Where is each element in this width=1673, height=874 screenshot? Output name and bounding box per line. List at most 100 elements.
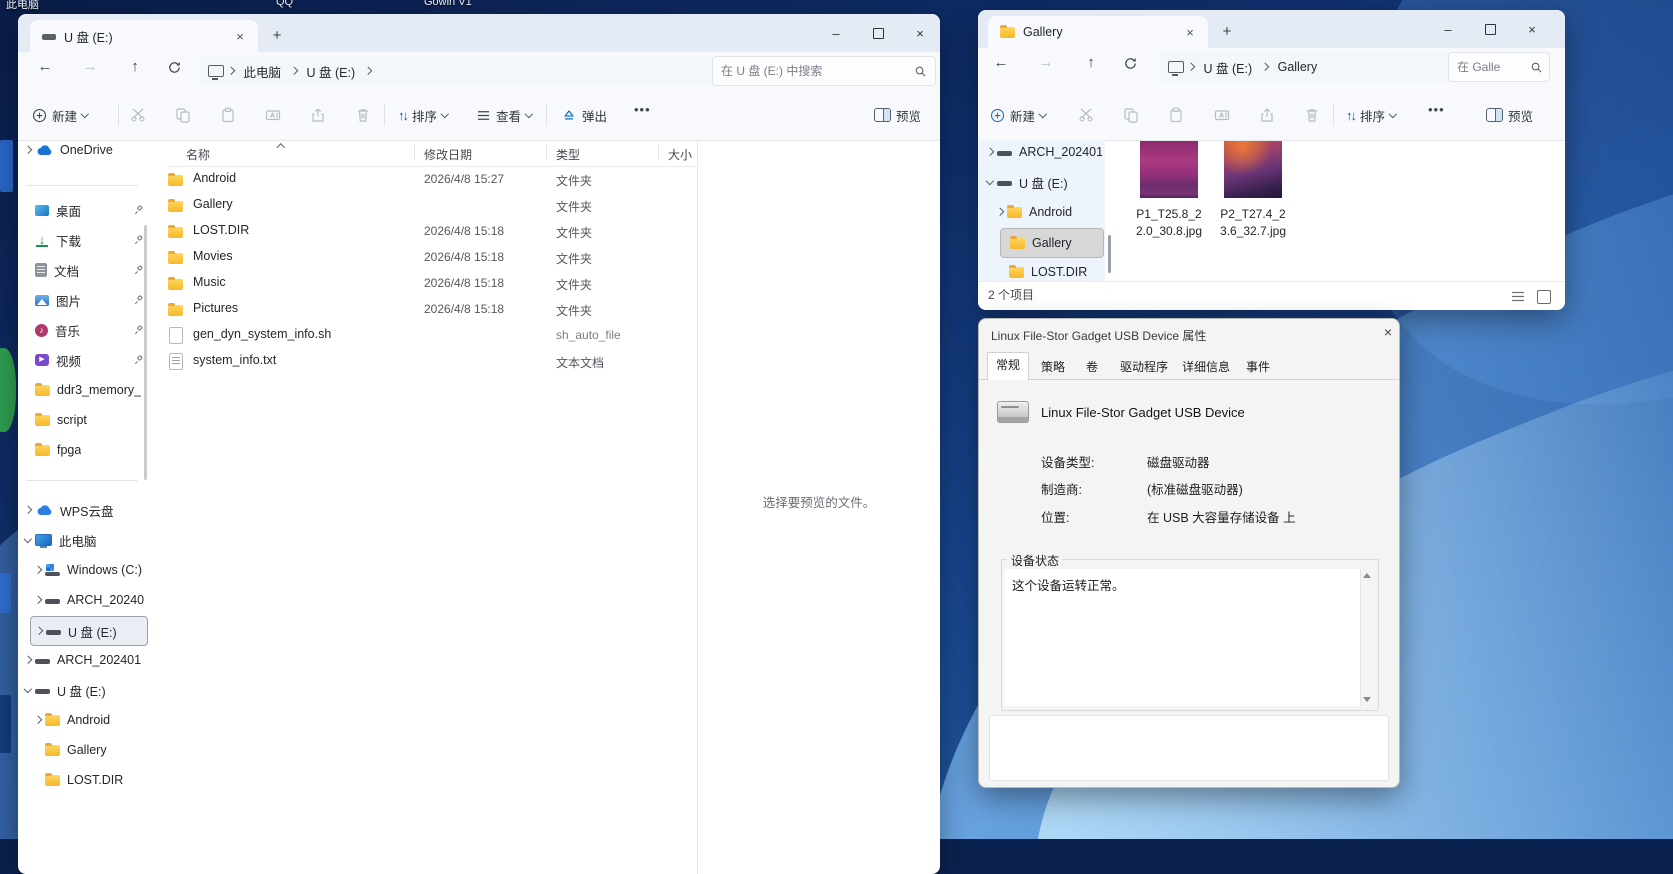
dialog-tab-events[interactable]: 事件 [1239,355,1277,379]
forward-button[interactable]: → [77,58,103,75]
paste-icon[interactable] [1168,107,1184,123]
sidebar-item-lostdir[interactable]: LOST.DIR [45,766,148,794]
tab-usb-drive[interactable]: U 盘 (E:) × [30,20,258,52]
file-row-pictures[interactable]: Pictures 2026/4/8 15:18 文件夹 [150,296,695,322]
sidebar-item-arch-202401[interactable]: ARCH_202401 [20,646,148,674]
close-button[interactable]: × [903,20,937,46]
file-row-android[interactable]: Android 2026/4/8 15:27 文件夹 [150,166,695,192]
new-tab-button[interactable]: + [1216,22,1238,44]
delete-icon[interactable] [355,107,371,123]
sidebar-item-script[interactable]: script [20,406,148,434]
file-row-gallery[interactable]: Gallery 文件夹 [150,192,695,218]
scroll-up-icon[interactable] [1363,573,1371,578]
preview-pane-button[interactable]: 预览 [1486,100,1533,130]
maximize-button[interactable] [1473,16,1507,42]
image-filename[interactable]: P2_T27.4_23.6_32.7.jpg [1217,206,1289,240]
rename-icon[interactable] [265,107,281,123]
column-header-name[interactable]: 名称 [186,146,210,163]
dialog-tab-policies[interactable]: 策略 [1033,355,1073,379]
back-button[interactable]: ← [988,54,1014,71]
column-header-type[interactable]: 类型 [556,146,580,163]
dialog-tab-driver[interactable]: 驱动程序 [1113,355,1175,379]
more-options-button[interactable]: ••• [634,102,651,117]
column-separator[interactable] [658,144,659,160]
sidebar-item-gallery-selected[interactable]: Gallery [1000,228,1104,258]
search-input[interactable] [1449,60,1530,74]
image-filename[interactable]: P1_T25.8_22.0_30.8.jpg [1133,206,1205,240]
column-header-date[interactable]: 修改日期 [424,146,472,163]
sidebar-item-videos[interactable]: ▶ 视频 [20,346,148,374]
preview-pane-button[interactable]: 预览 [874,100,921,130]
sidebar-item-gallery[interactable]: Gallery [45,736,148,764]
dialog-tab-general[interactable]: 常规 [987,352,1029,380]
sidebar-item-downloads[interactable]: ↓ 下载 [20,226,148,254]
sidebar-item-android[interactable]: Android [30,706,148,734]
column-separator[interactable] [546,144,547,160]
sidebar-item-android[interactable]: Android [992,198,1102,226]
forward-button[interactable]: → [1033,54,1059,71]
eject-button[interactable]: 弹出 [561,100,607,130]
sidebar-item-onedrive[interactable]: OneDrive [20,136,148,164]
scroll-down-icon[interactable] [1363,697,1371,702]
share-icon[interactable] [310,107,326,123]
breadcrumb-usb-drive[interactable]: U 盘 (E:) [1198,58,1259,77]
sidebar-item-usb-drive[interactable]: U 盘 (E:) [982,168,1102,196]
large-icons-view-icon[interactable] [1537,290,1551,304]
search-input[interactable] [713,64,914,78]
sidebar-scrollbar[interactable] [144,225,147,480]
minimize-button[interactable]: – [1431,16,1465,42]
new-tab-button[interactable]: + [266,26,288,48]
tab-close-icon[interactable]: × [1180,25,1200,40]
paste-icon[interactable] [220,107,236,123]
sidebar-item-wps-cloud[interactable]: WPS云盘 [20,496,148,524]
file-row-lostdir[interactable]: LOST.DIR 2026/4/8 15:18 文件夹 [150,218,695,244]
dialog-tab-volumes[interactable]: 卷 [1077,355,1107,379]
new-button[interactable]: 新建 [990,100,1046,130]
column-separator[interactable] [414,144,415,160]
details-view-icon[interactable] [1511,290,1525,303]
device-status-textarea[interactable]: 这个设备运转正常。 [1004,569,1374,706]
sidebar-item-arch-202401[interactable]: ARCH_202401 [982,138,1102,166]
sidebar-item-arch-20240[interactable]: ARCH_20240 [30,586,148,614]
refresh-button[interactable] [167,60,193,75]
view-button[interactable]: 查看 [476,100,532,130]
desktop-icon-label[interactable]: 此电脑 [6,0,39,12]
tab-close-icon[interactable]: × [230,29,250,44]
breadcrumb-gallery[interactable]: Gallery [1272,60,1324,74]
file-row-movies[interactable]: Movies 2026/4/8 15:18 文件夹 [150,244,695,270]
close-button[interactable]: × [1515,16,1549,42]
sidebar-scrollbar[interactable] [1108,235,1111,273]
dialog-tab-details[interactable]: 详细信息 [1175,355,1237,379]
sort-button[interactable]: ↑↓ 排序 [1346,100,1396,130]
copy-icon[interactable] [175,107,191,123]
file-row-gen-dyn-system-info[interactable]: gen_dyn_system_info.sh sh_auto_file [150,322,695,348]
minimize-button[interactable]: – [819,20,853,46]
breadcrumb-usb-drive[interactable]: U 盘 (E:) [301,62,362,81]
up-button[interactable]: ↑ [122,58,148,75]
column-header-size[interactable]: 大小 [668,146,692,163]
sidebar-item-documents[interactable]: 文档 [20,256,148,284]
image-thumbnail-p2[interactable] [1224,141,1282,198]
file-row-system-info[interactable]: system_info.txt 文本文档 [150,348,695,374]
back-button[interactable]: ← [32,58,58,75]
sidebar-item-music[interactable]: ♪ 音乐 [20,316,148,344]
desktop-icon-label[interactable]: Gowin V1 [424,0,472,8]
sidebar-item-windows-c[interactable]: Windows (C:) [30,556,148,584]
file-row-music[interactable]: Music 2026/4/8 15:18 文件夹 [150,270,695,296]
sidebar-item-fpga[interactable]: fpga [20,436,148,464]
sidebar-item-this-pc[interactable]: 此电脑 [20,526,148,554]
refresh-button[interactable] [1123,56,1149,71]
image-thumbnail-p1[interactable] [1140,141,1198,198]
sidebar-item-ddr3-memory[interactable]: ddr3_memory_ [20,376,148,404]
dialog-close-button[interactable]: × [1377,324,1399,344]
sort-button[interactable]: ↑↓ 排序 [398,100,448,130]
textarea-scrollbar[interactable] [1360,569,1374,706]
sidebar-item-usb-drive-2[interactable]: U 盘 (E:) [20,676,148,704]
new-button[interactable]: 新建 [32,100,88,130]
more-options-button[interactable]: ••• [1428,102,1445,117]
delete-icon[interactable] [1304,107,1320,123]
tab-gallery[interactable]: Gallery × [988,16,1208,48]
sidebar-item-usb-drive-selected[interactable]: U 盘 (E:) [30,616,148,646]
rename-icon[interactable] [1214,107,1230,123]
sidebar-item-pictures[interactable]: 图片 [20,286,148,314]
